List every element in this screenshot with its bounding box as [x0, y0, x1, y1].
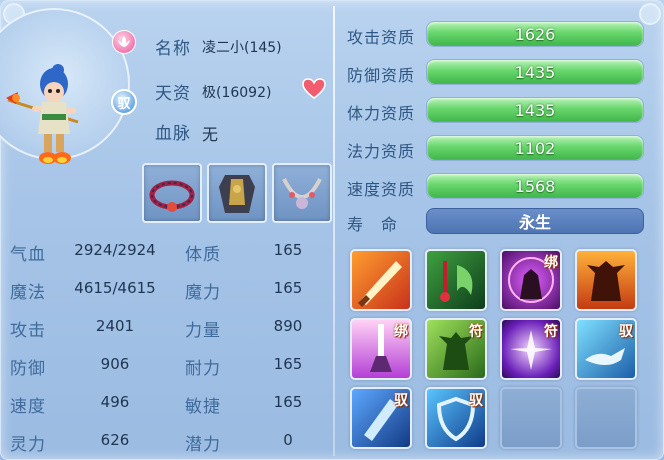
aptitude-label: 天资 — [155, 84, 191, 104]
stat-label-endurance: 耐力 — [185, 359, 221, 379]
equip-slot-armor[interactable] — [207, 163, 267, 223]
skill-shield[interactable]: 驭 — [425, 387, 487, 449]
skill-green-demon[interactable]: 符 — [425, 318, 487, 380]
apt-label-speed: 速度资质 — [347, 180, 416, 199]
lifespan-label: 寿 命 — [347, 215, 399, 234]
stat-value-strength: 890 — [273, 317, 303, 335]
stat-value-agility: 165 — [273, 393, 303, 411]
apt-value-health: 1435 — [514, 100, 556, 120]
apt-label-defense: 防御资质 — [347, 66, 416, 85]
apt-value-speed: 1568 — [514, 176, 556, 196]
apt-value-mana: 1102 — [514, 138, 556, 158]
apt-label-attack: 攻击资质 — [347, 28, 416, 47]
name-label: 名称 — [155, 39, 191, 59]
lotus-icon[interactable] — [112, 30, 136, 54]
skill-demon-power[interactable] — [575, 249, 637, 311]
apt-value-defense: 1435 — [514, 62, 556, 82]
bloodline-label: 血脉 — [155, 124, 191, 144]
stat-label-hp: 气血 — [10, 245, 46, 265]
stat-value-constitution: 165 — [273, 241, 303, 259]
apt-value-attack: 1626 — [514, 24, 556, 44]
skill-tag: 驭 — [394, 393, 408, 409]
stat-value-defense: 906 — [100, 355, 130, 373]
skill-ice-blade[interactable]: 驭 — [350, 387, 412, 449]
stat-value-mp: 4615/4615 — [74, 279, 156, 297]
skill-tag: 驭 — [469, 393, 483, 409]
apt-label-health: 体力资质 — [347, 104, 416, 123]
skill-holy-light[interactable]: 绑 — [350, 318, 412, 380]
apt-bar-defense: 1435 — [426, 59, 644, 85]
stat-label-agility: 敏捷 — [185, 397, 221, 417]
panel-divider — [333, 6, 335, 456]
skill-tag: 符 — [469, 324, 483, 340]
apt-bar-attack: 1626 — [426, 21, 644, 47]
equip-slot-necklace-jewel[interactable] — [272, 163, 332, 223]
apt-bar-health: 1435 — [426, 97, 644, 123]
skill-violet-burst[interactable]: 符 — [500, 318, 562, 380]
skill-tag: 绑 — [394, 324, 408, 340]
skill-tag: 符 — [544, 324, 558, 340]
stat-value-endurance: 165 — [273, 355, 303, 373]
stat-value-spirit: 626 — [100, 431, 130, 449]
aptitude-value: 极(16092) — [202, 85, 272, 101]
lifespan-value: 永生 — [426, 208, 644, 234]
equip-slot-necklace-red[interactable] — [142, 163, 202, 223]
skill-tag: 驭 — [619, 324, 633, 340]
rider-badge-icon[interactable]: 驭 — [111, 89, 137, 115]
stat-label-potential: 潜力 — [185, 435, 221, 455]
stat-label-defense: 防御 — [10, 359, 46, 379]
stat-value-speed: 496 — [100, 393, 130, 411]
stat-value-hp: 2924/2924 — [74, 241, 156, 259]
stat-value-magic: 165 — [273, 279, 303, 297]
skill-tag: 绑 — [544, 255, 558, 271]
stat-label-attack: 攻击 — [10, 321, 46, 341]
skill-flame-sword[interactable] — [350, 249, 412, 311]
skill-slot-empty[interactable] — [575, 387, 637, 449]
skill-magic-lamp[interactable]: 驭 — [575, 318, 637, 380]
apt-label-mana: 法力资质 — [347, 142, 416, 161]
stat-value-attack: 2401 — [95, 317, 135, 335]
stat-label-spirit: 灵力 — [10, 435, 46, 455]
skill-demon-summon[interactable]: 绑 — [500, 249, 562, 311]
stat-label-magic: 魔力 — [185, 283, 221, 303]
skill-blood-drop[interactable] — [425, 249, 487, 311]
skill-slot-empty[interactable] — [500, 387, 562, 449]
apt-bar-mana: 1102 — [426, 135, 644, 161]
stat-label-constitution: 体质 — [185, 245, 221, 265]
stat-value-potential: 0 — [283, 431, 293, 449]
stat-label-speed: 速度 — [10, 397, 46, 417]
bloodline-value: 无 — [202, 125, 219, 144]
name-value: 凌二小(145) — [202, 40, 282, 56]
stat-label-mp: 魔法 — [10, 283, 46, 303]
pet-portrait — [6, 64, 79, 164]
apt-bar-speed: 1568 — [426, 173, 644, 199]
heart-icon[interactable] — [302, 78, 326, 100]
stat-label-strength: 力量 — [185, 321, 221, 341]
